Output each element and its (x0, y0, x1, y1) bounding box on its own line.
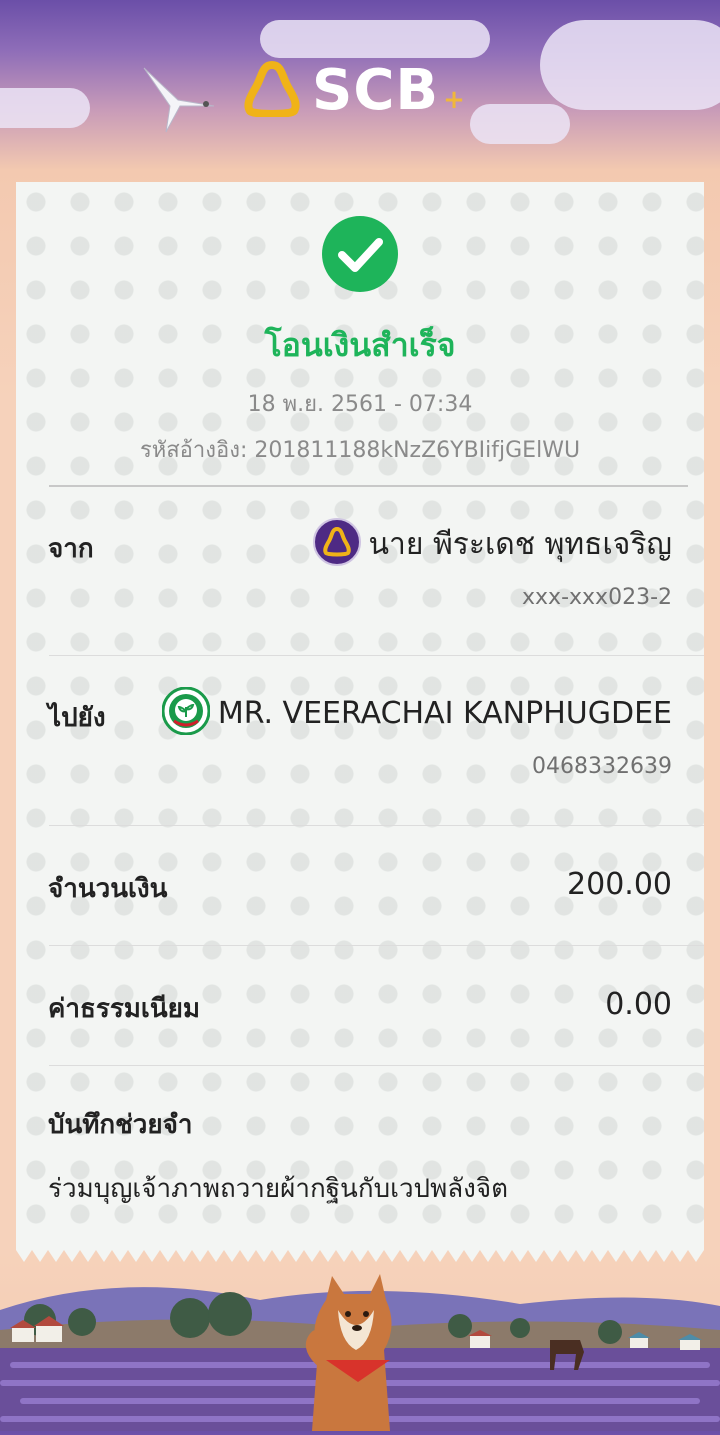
to-name: MR. VEERACHAI KANPHUGDEE (217, 695, 672, 731)
divider (49, 825, 704, 826)
scb-symbol-icon (244, 60, 300, 121)
cloud-decoration (540, 20, 720, 110)
divider (49, 485, 688, 487)
fee-label: ค่าธรรมเนียม (48, 994, 200, 1024)
receipt-torn-edge (16, 1244, 704, 1268)
check-circle-icon (322, 216, 398, 296)
amount-label: จำนวนเงิน (48, 874, 168, 904)
reference-code: รหัสอ้างอิง: 201811188kNzZ6YBIifjGElWU (139, 438, 581, 463)
note-label: บันทึกช่วยจำ (48, 1110, 193, 1140)
bird-icon (140, 62, 220, 138)
cloud-decoration (0, 88, 90, 128)
cloud-decoration (260, 20, 490, 58)
divider (49, 945, 704, 946)
cloud-decoration (470, 104, 570, 144)
transfer-datetime: 18 พ.ย. 2561 - 07:34 (247, 392, 473, 417)
scb-bank-icon (312, 518, 361, 570)
brand-plus: + (443, 84, 465, 115)
amount-value: 200.00 (567, 867, 672, 902)
from-label: จาก (48, 534, 94, 564)
from-name: นาย พีระเดช พุทธเจริญ (368, 526, 672, 562)
to-label: ไปยัง (48, 703, 106, 733)
divider (49, 1065, 704, 1066)
transfer-receipt: โอนเงินสำเร็จ 18 พ.ย. 2561 - 07:34 รหัสอ… (16, 182, 704, 1248)
fee-value: 0.00 (605, 987, 672, 1022)
kbank-bank-icon (161, 686, 211, 739)
note-text: ร่วมบุญเจ้าภาพถวายผ้ากฐินกับเวปพลังจิต (48, 1174, 508, 1204)
lavender-field-shiba-illustration (0, 1270, 720, 1431)
from-account-holder: นาย พีระเดช พุทธเจริญ (312, 518, 672, 570)
from-account-number: xxx-xxx023-2 (522, 585, 672, 610)
status-title: โอนเงินสำเร็จ (264, 326, 456, 364)
brand-name: SCB (312, 58, 440, 123)
scb-logo: SCB + (244, 58, 465, 123)
to-account-holder: MR. VEERACHAI KANPHUGDEE (161, 686, 672, 739)
divider (49, 655, 704, 656)
to-account-number: 0468332639 (532, 754, 672, 779)
